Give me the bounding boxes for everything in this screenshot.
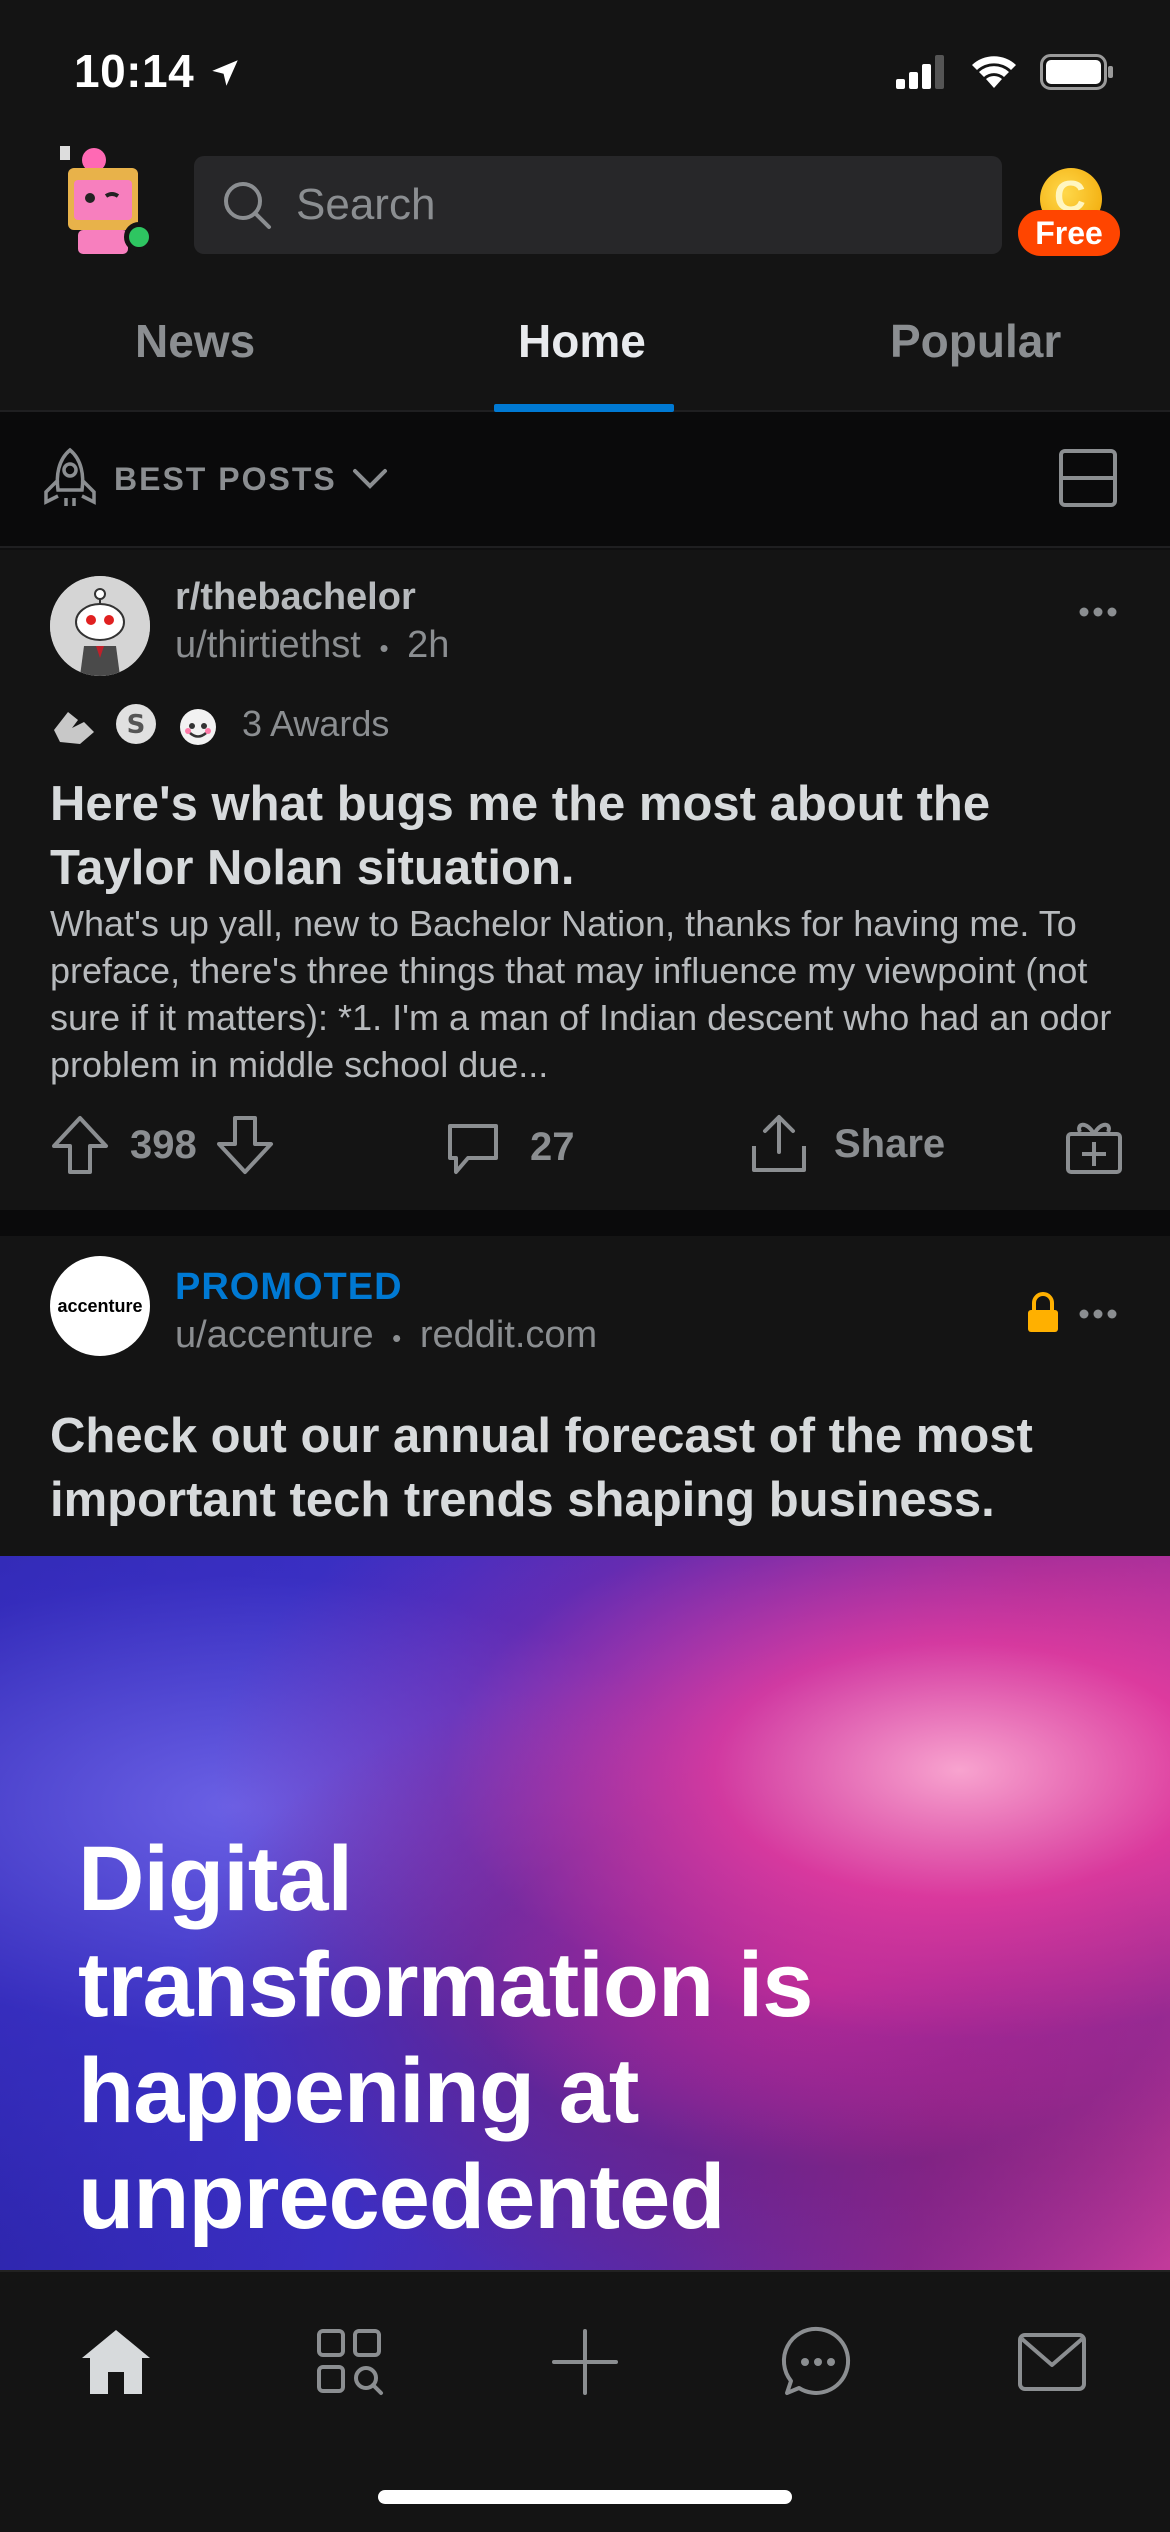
location-arrow-icon [208, 56, 242, 95]
home-icon [82, 2330, 150, 2394]
awards-row[interactable]: S 3 Awards [50, 700, 389, 748]
svg-text:S: S [127, 710, 146, 740]
silver-award-icon: S [116, 704, 156, 744]
wholesome-award-icon [180, 709, 216, 745]
wifi-icon [970, 54, 1018, 95]
free-coins-button[interactable]: C Free [1018, 168, 1122, 258]
home-indicator[interactable] [378, 2490, 792, 2504]
status-time: 10:14 [74, 45, 195, 97]
cellular-signal-icon [896, 55, 948, 94]
search-icon [224, 182, 271, 229]
sort-label: BEST POSTS [114, 460, 337, 497]
lock-icon [1028, 1292, 1058, 1332]
ad-image-headline: Digital transformation is happening at u… [78, 1828, 813, 2248]
promoted-meta: u/accenture • reddit.com [175, 1314, 597, 1357]
tab-popular[interactable]: Popular [890, 314, 1061, 368]
subreddit-avatar[interactable] [50, 576, 150, 676]
status-indicators [896, 54, 1114, 95]
post-separator [0, 1210, 1170, 1236]
battery-icon [1040, 54, 1114, 95]
share-icon [752, 1115, 806, 1172]
search-bar[interactable] [194, 156, 1002, 254]
card-layout-icon[interactable] [1058, 448, 1118, 508]
share-label: Share [834, 1121, 946, 1166]
vote-controls: 398 [50, 1114, 275, 1176]
tab-news[interactable]: News [135, 314, 255, 368]
chat-icon [781, 2326, 851, 2395]
advertiser-name[interactable]: u/accenture [175, 1314, 374, 1356]
awards-count: 3 Awards [242, 703, 390, 744]
brand-logo: accenture [57, 1295, 143, 1316]
inbox-icon [1018, 2333, 1086, 2391]
nav-home[interactable] [76, 2322, 156, 2402]
upvote-icon[interactable] [50, 1114, 110, 1176]
share-button[interactable]: Share [748, 1112, 945, 1176]
post-actions: 398 27 Share [0, 1110, 1170, 1190]
gift-award-icon[interactable] [1064, 1116, 1124, 1176]
nav-inbox[interactable] [1012, 2322, 1092, 2402]
post-title[interactable]: Here's what bugs me the most about the T… [50, 772, 1120, 900]
status-bar: 10:14 [0, 0, 1170, 140]
promoted-post-card[interactable]: accenture PROMOTED u/accenture • reddit.… [0, 1236, 1170, 1556]
author-name[interactable]: u/thirtiethst [175, 624, 361, 666]
post-time: 2h [407, 624, 450, 666]
comments-button[interactable]: 27 [442, 1116, 575, 1178]
ad-image[interactable]: Digital transformation is happening at u… [0, 1556, 1170, 2270]
nav-discover[interactable] [310, 2322, 390, 2402]
ad-domain[interactable]: reddit.com [420, 1314, 597, 1356]
discover-icon [317, 2329, 383, 2395]
feed-tabs: News Home Popular [0, 270, 1170, 412]
rocket-icon [44, 447, 96, 506]
snoo-avatar-icon [50, 576, 150, 676]
post-card[interactable]: r/thebachelor u/thirtiethst • 2h S 3 Awa… [0, 550, 1170, 1210]
vote-count: 398 [130, 1122, 197, 1167]
nav-chat[interactable] [778, 2322, 858, 2402]
post-body-preview[interactable]: What's up yall, new to Bachelor Nation, … [50, 900, 1120, 1088]
active-tab-indicator [494, 404, 674, 412]
meta-separator: • [379, 633, 389, 663]
promoted-label: PROMOTED [175, 1266, 403, 1308]
meta-separator: • [392, 1323, 402, 1353]
search-input[interactable] [296, 180, 976, 230]
chevron-down-icon [352, 469, 387, 489]
downvote-icon[interactable] [215, 1114, 275, 1176]
app-header: C Free [0, 140, 1170, 270]
create-post-icon [552, 2329, 618, 2395]
more-options-icon[interactable] [1078, 606, 1118, 618]
post-meta: u/thirtiethst • 2h [175, 624, 449, 667]
ad-title[interactable]: Check out our annual forecast of the mos… [50, 1404, 1120, 1532]
advertiser-avatar[interactable]: accenture [50, 1256, 150, 1356]
free-badge: Free [1018, 210, 1120, 256]
tab-home[interactable]: Home [518, 314, 646, 368]
sort-dropdown[interactable]: BEST POSTS [38, 446, 389, 512]
helpful-award-icon [54, 712, 94, 744]
nav-create-post[interactable] [545, 2322, 625, 2402]
sort-bar: BEST POSTS [0, 412, 1170, 548]
comment-icon [448, 1124, 498, 1174]
more-options-icon[interactable] [1078, 1308, 1118, 1320]
online-status-dot [124, 222, 154, 252]
subreddit-name[interactable]: r/thebachelor [175, 576, 416, 619]
user-avatar-button[interactable] [48, 140, 158, 258]
comment-count: 27 [530, 1124, 575, 1169]
